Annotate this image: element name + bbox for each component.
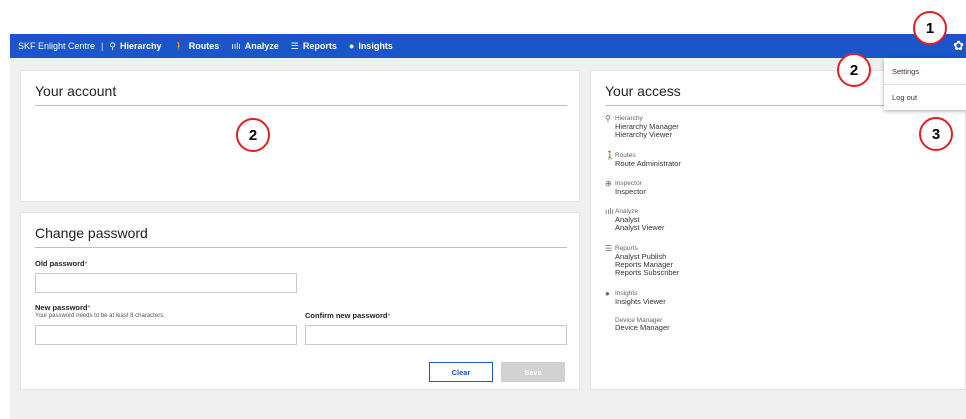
role: Analyst Viewer [615,223,665,232]
required-mark: * [87,303,91,312]
callout-3: 3 [919,117,953,151]
old-password-field[interactable] [35,273,297,293]
group-name: Routes [615,152,636,159]
role: Route Administrator [615,159,681,168]
old-password-label: Old password* [35,259,88,268]
change-password-title: Change password [35,225,148,241]
nav-label: Analyze [244,41,279,51]
routes-icon: 🚶 [173,40,185,51]
nav-separator: | [101,41,104,51]
routes-icon: 🚶 [605,151,615,160]
analyze-icon: ıılı [231,41,241,51]
your-account-card: Your account [20,70,580,202]
your-access-card: Your access ⚲ Hierarchy Hierarchy Manager… [590,70,966,390]
reports-icon: ☰ [290,40,299,51]
label-text: New password [35,303,88,312]
clear-button[interactable]: Clear [429,362,493,382]
callout-2-menu: 2 [837,53,871,87]
nav-label: Routes [188,41,220,51]
group-name: Insights [615,290,638,297]
access-group-reports: ☰ Reports Analyst Publish Reports Manager… [605,244,679,277]
gear-icon[interactable]: ✿ [953,38,964,54]
group-name: Analyze [615,208,639,215]
page: SKF Enlight Centre | ⚲ Hierarchy 🚶 Route… [0,0,966,419]
password-hint: Your password needs to be at least 8 cha… [35,313,165,319]
nav-label: Reports [302,41,337,51]
group-name: Inspector [615,180,642,187]
label-text: Confirm new password [305,311,388,320]
nav-item-hierarchy[interactable]: ⚲ Hierarchy [109,41,161,52]
required-mark: * [84,259,88,268]
hierarchy-icon: ⚲ [605,114,611,123]
role: Insights Viewer [615,297,666,306]
divider [35,105,567,106]
required-mark: * [387,311,391,320]
role: Reports Subscriber [615,268,680,277]
group-name: Hierarchy [615,115,643,122]
nav-item-analyze[interactable]: ıılı Analyze [231,41,279,51]
role: Device Manager [615,323,670,332]
confirm-password-label: Confirm new password* [305,311,390,320]
new-password-label: New password* [35,303,90,312]
your-access-title: Your access [605,83,681,99]
your-account-title: Your account [35,83,117,99]
nav-item-insights[interactable]: ● Insights [349,41,393,51]
divider [35,247,567,248]
menu-divider [884,84,966,85]
nav-item-reports[interactable]: ☰ Reports [291,41,337,52]
callout-2-account: 2 [236,118,270,152]
inspector-icon: ⊕ [605,179,612,188]
change-password-card: Change password Old password* New passwo… [20,212,580,390]
insights-icon: ● [605,289,610,298]
nav-label: Insights [358,41,393,51]
role: Inspector [615,187,646,196]
settings-dropdown-menu: Settings Log out [884,58,966,110]
confirm-password-field[interactable] [305,325,567,345]
new-password-field[interactable] [35,325,297,345]
nav-item-routes[interactable]: 🚶 Routes [174,41,220,52]
nav-label: Hierarchy [119,41,162,51]
menu-item-settings[interactable]: Settings [892,67,919,76]
group-name: Reports [615,245,638,252]
role: Hierarchy Viewer [615,130,672,139]
callout-1: 1 [913,11,947,45]
access-group-hierarchy: ⚲ Hierarchy Hierarchy Manager Hierarchy V… [605,114,679,139]
content-area: Your account Change password Old passwor… [10,58,966,419]
insights-icon: ● [348,41,355,51]
hierarchy-icon: ⚲ [109,40,116,51]
access-group-inspector: ⊕ Inspector Inspector [605,179,646,196]
access-group-device-manager: Device Manager Device Manager [605,317,670,332]
access-group-analyze: ıılı Analyze Analyst Analyst Viewer [605,207,664,232]
save-button[interactable]: Save [501,362,565,382]
top-navigation-bar: SKF Enlight Centre | ⚲ Hierarchy 🚶 Route… [10,34,966,58]
reports-icon: ☰ [605,244,613,253]
access-group-routes: 🚶 Routes Route Administrator [605,151,681,168]
access-group-insights: ● Insights Insights Viewer [605,289,666,306]
label-text: Old password [35,259,85,268]
menu-item-logout[interactable]: Log out [892,93,917,102]
analyze-icon: ıılı [605,207,614,216]
brand-name: SKF Enlight Centre [18,41,96,51]
